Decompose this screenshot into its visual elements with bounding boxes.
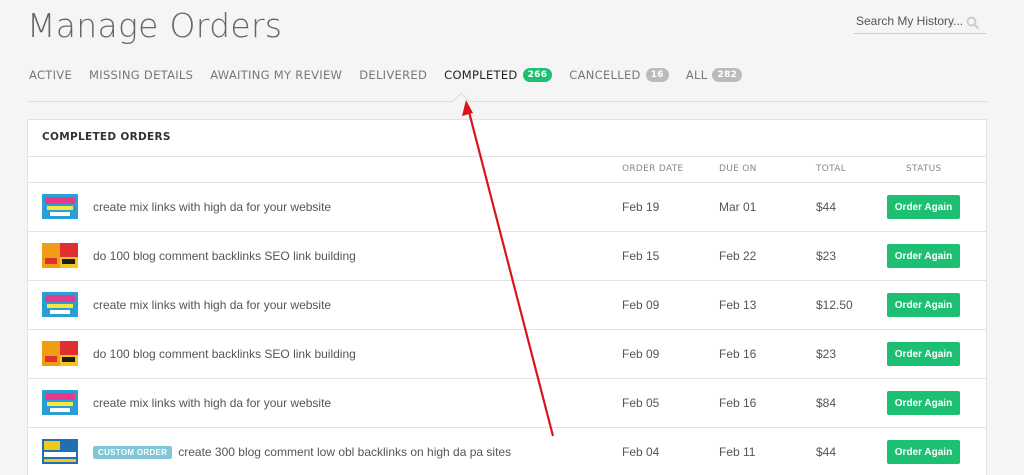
page-title: Manage Orders [27,6,283,45]
column-total: TOTAL [816,164,847,174]
order-title[interactable]: do 100 blog comment backlinks SEO link b… [93,347,356,361]
column-status: STATUS [906,164,942,174]
due-date: Feb 13 [719,298,757,312]
300-backlinks-thumbnail[interactable] [42,439,78,464]
mix-links-thumbnail[interactable] [42,194,78,219]
order-title[interactable]: create mix links with high da for your w… [93,396,331,410]
order-again-button[interactable]: Order Again [887,342,960,366]
count-badge: 282 [712,68,743,82]
table-row[interactable]: do 100 blog comment backlinks SEO link b… [28,232,986,281]
order-date: Feb 04 [622,445,660,459]
search-icon[interactable] [966,16,980,30]
column-order-date: ORDER DATE [622,164,684,174]
mix-links-thumbnail[interactable] [42,390,78,415]
mix-links-thumbnail[interactable] [42,292,78,317]
order-title-text: create 300 blog comment low obl backlink… [178,445,512,459]
order-title[interactable]: create mix links with high da for your w… [93,200,331,214]
due-date: Feb 16 [719,396,757,410]
order-date: Feb 09 [622,298,660,312]
table-row[interactable]: create mix links with high da for your w… [28,183,986,232]
tab-completed[interactable]: COMPLETED 266 [444,68,553,82]
tab-active[interactable]: ACTIVE [29,68,72,82]
column-due-on: DUE ON [719,164,757,174]
custom-order-tag: CUSTOM ORDER [93,446,173,459]
panel-title: COMPLETED ORDERS [28,120,986,157]
order-again-button[interactable]: Order Again [887,244,960,268]
order-title[interactable]: do 100 blog comment backlinks SEO link b… [93,249,356,263]
order-again-button[interactable]: Order Again [887,195,960,219]
due-date: Feb 11 [719,445,756,459]
order-date: Feb 09 [622,347,660,361]
tabs-divider [27,101,987,102]
due-date: Feb 16 [719,347,757,361]
table-row[interactable]: create mix links with high da for your w… [28,379,986,428]
order-total: $84 [816,396,837,410]
table-row[interactable]: CUSTOM ORDER create 300 blog comment low … [28,428,986,475]
order-date: Feb 15 [622,249,660,263]
table-row[interactable]: create mix links with high da for your w… [28,281,986,330]
completed-orders-panel: COMPLETED ORDERS ORDER DATE DUE ON TOTAL… [27,119,987,475]
order-total: $44 [816,200,837,214]
blog-comment-thumbnail[interactable] [42,341,78,366]
tab-missing-details[interactable]: MISSING DETAILS [89,68,193,82]
order-total: $12.50 [816,298,853,312]
order-date: Feb 05 [622,396,660,410]
tab-all[interactable]: ALL 282 [686,68,743,82]
due-date: Mar 01 [719,200,757,214]
tab-awaiting-my-review[interactable]: AWAITING MY REVIEW [210,68,342,82]
search-input[interactable] [854,10,964,32]
table-header: ORDER DATE DUE ON TOTAL STATUS [28,157,986,183]
active-tab-caret [452,92,470,110]
order-tabs: ACTIVE MISSING DETAILS AWAITING MY REVIE… [29,68,759,82]
order-title[interactable]: CUSTOM ORDER create 300 blog comment low … [93,445,511,459]
order-total: $23 [816,347,837,361]
count-badge: 266 [522,68,553,82]
tab-delivered[interactable]: DELIVERED [359,68,427,82]
order-title[interactable]: create mix links with high da for your w… [93,298,331,312]
order-total: $44 [816,445,837,459]
order-again-button[interactable]: Order Again [887,293,960,317]
tab-cancelled[interactable]: CANCELLED 16 [569,68,669,82]
order-again-button[interactable]: Order Again [887,440,960,464]
count-badge: 16 [645,68,669,82]
search-box[interactable] [854,10,986,34]
order-again-button[interactable]: Order Again [887,391,960,415]
order-date: Feb 19 [622,200,660,214]
due-date: Feb 22 [719,249,757,263]
blog-comment-thumbnail[interactable] [42,243,78,268]
table-row[interactable]: do 100 blog comment backlinks SEO link b… [28,330,986,379]
order-total: $23 [816,249,837,263]
